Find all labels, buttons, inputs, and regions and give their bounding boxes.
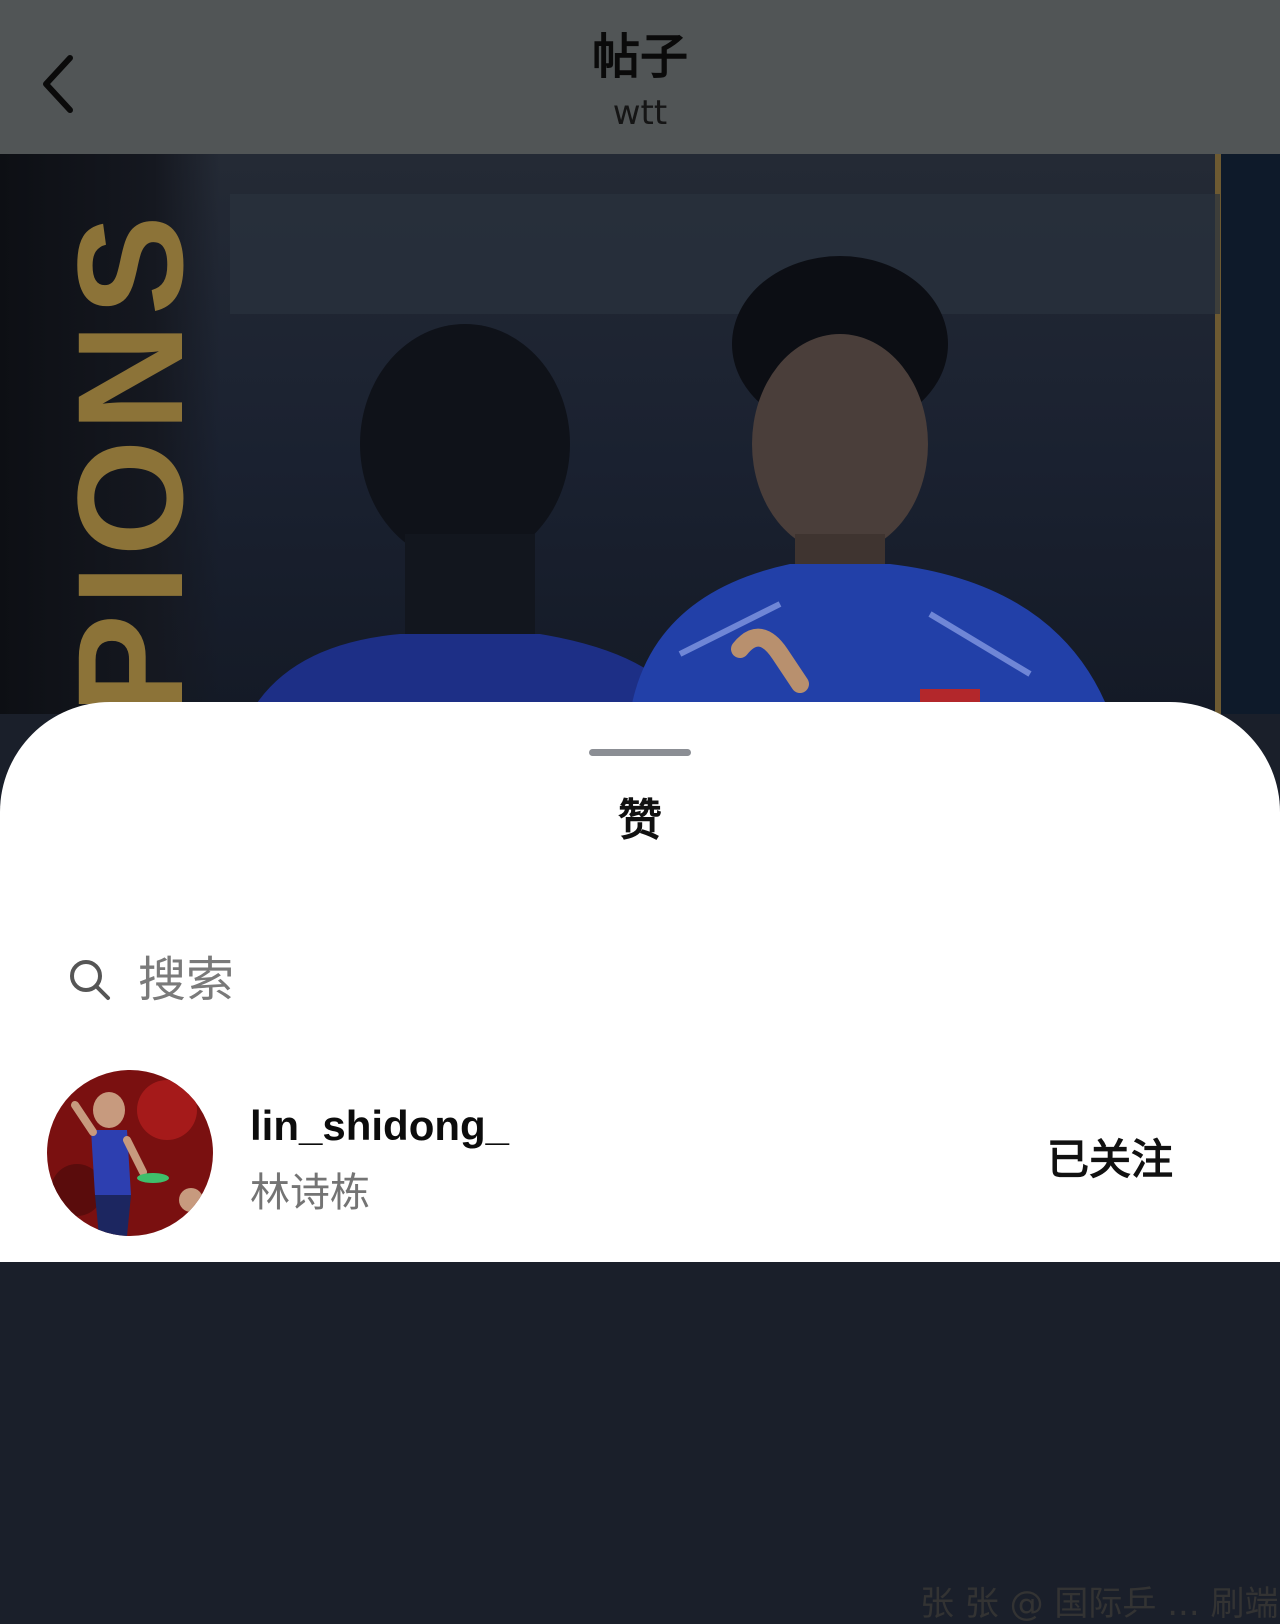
search-bar[interactable] [68, 950, 1212, 1010]
search-input[interactable] [138, 952, 1212, 1008]
account-subtitle: wtt [612, 93, 668, 133]
post-photo: PIONS [0, 154, 1280, 714]
user-fullname: 林诗栋 [250, 1170, 370, 1216]
page-title: 帖子 [591, 29, 688, 85]
username[interactable]: lin_shidong_ [250, 1102, 509, 1150]
avatar[interactable] [47, 1070, 213, 1236]
following-button[interactable]: 已关注 [1022, 1120, 1198, 1192]
likes-sheet: 赞 lin_shidong_ 林诗栋 已关注 张 张 @ 国 [0, 702, 1280, 1624]
avatar-image [47, 1070, 213, 1236]
top-bar: 帖子 wtt [0, 0, 1280, 154]
user-caption: 张 张 @ 国际乒 ... 刷端 [920, 1584, 1279, 1624]
photo-scene: PIONS [46, 194, 1220, 714]
photo-overlay-text: PIONS [46, 207, 214, 714]
list-item[interactable]: lin_shidong_ 林诗栋 已关注 张 张 @ 国际乒 ... 刷端 [0, 1068, 1280, 1624]
sheet-grabber[interactable] [589, 749, 691, 756]
search-icon [70, 960, 110, 1000]
sheet-title: 赞 [618, 795, 662, 846]
